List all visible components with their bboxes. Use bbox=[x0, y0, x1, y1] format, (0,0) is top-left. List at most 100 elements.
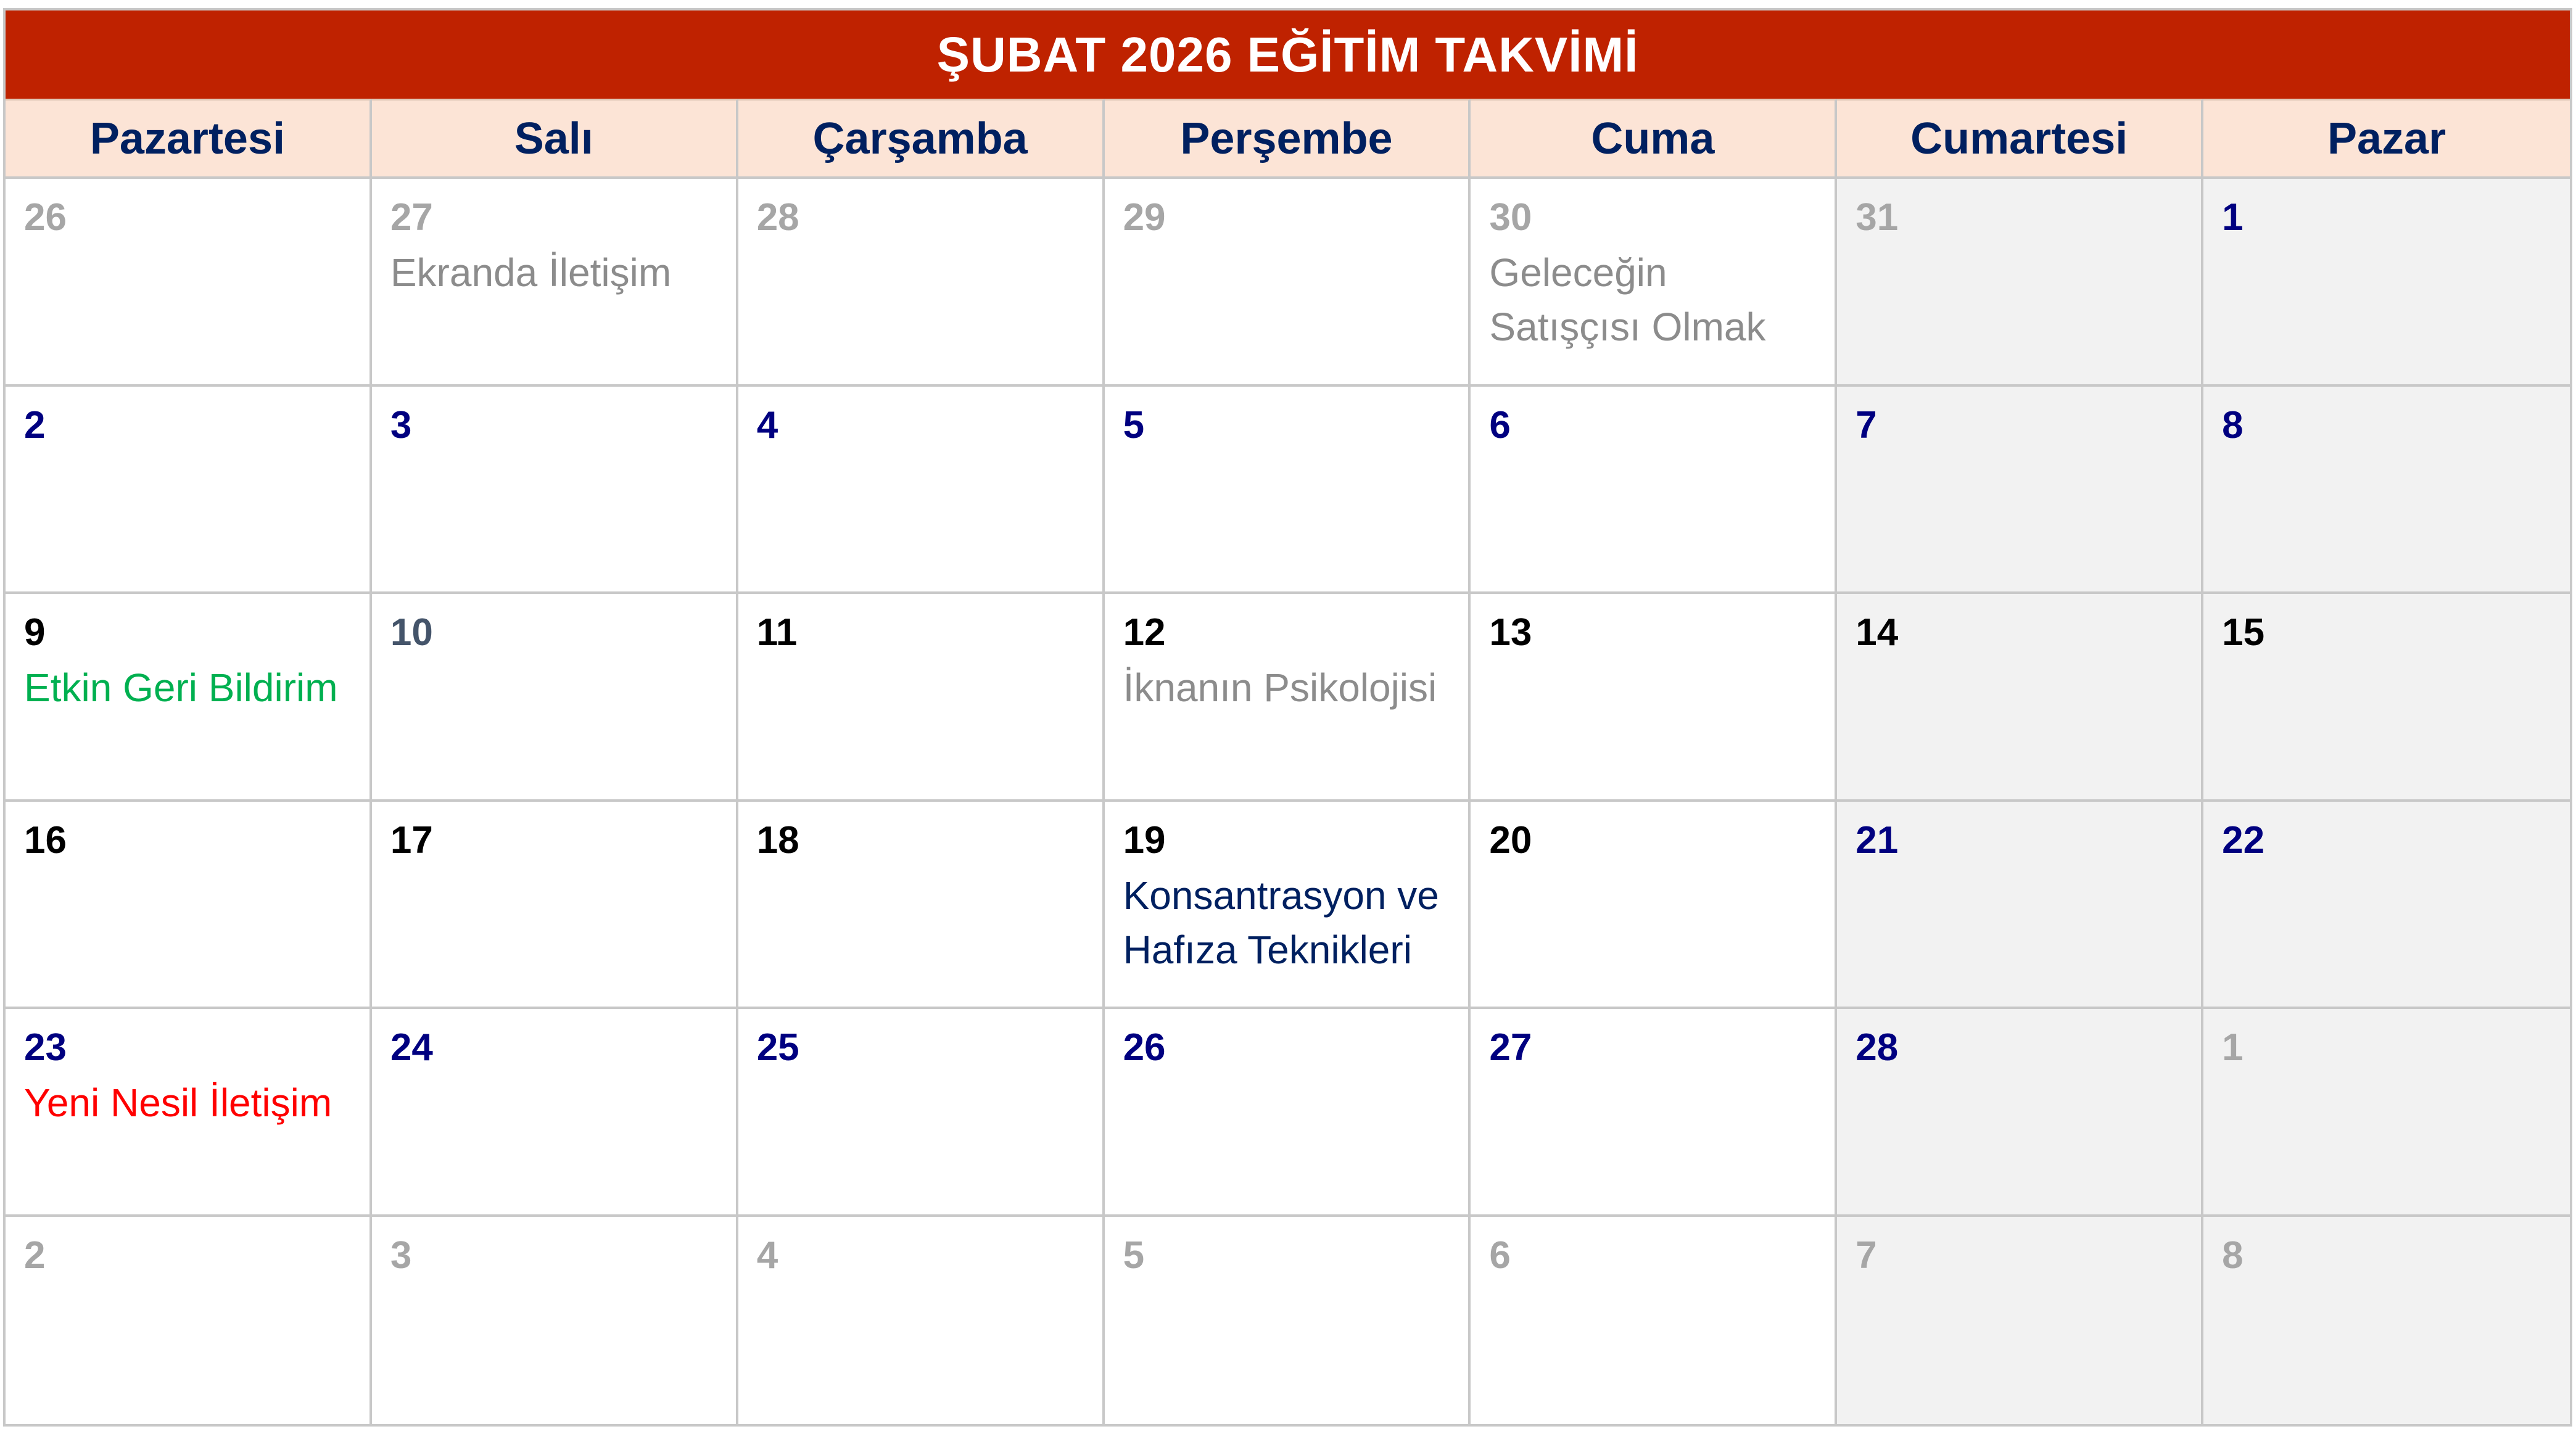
weekday-header-thursday: Perşembe bbox=[1104, 99, 1471, 179]
day-number: 6 bbox=[1489, 1233, 1511, 1277]
weekday-header-wednesday: Çarşamba bbox=[738, 99, 1105, 179]
day-number: 3 bbox=[390, 1233, 412, 1277]
event-title[interactable]: Konsantrasyon ve Hafıza Teknikleri bbox=[1123, 868, 1469, 977]
day-cell[interactable]: 6 bbox=[1471, 386, 1838, 594]
day-number: 5 bbox=[1123, 403, 1145, 447]
day-number: 1 bbox=[2222, 1026, 2244, 1069]
day-cell[interactable]: 5 bbox=[1104, 1216, 1471, 1424]
day-cell[interactable]: 15 bbox=[2203, 594, 2570, 802]
day-number: 5 bbox=[1123, 1233, 1145, 1277]
day-cell[interactable]: 28 bbox=[738, 179, 1105, 387]
day-cell[interactable]: 4 bbox=[738, 386, 1105, 594]
event-title[interactable]: İknanın Psikolojisi bbox=[1123, 661, 1469, 715]
day-cell[interactable]: 30 Geleceğin Satışçısı Olmak bbox=[1471, 179, 1838, 387]
calendar-grid: 26 27 Ekranda İletişim 28 29 30 Geleceği… bbox=[6, 179, 2570, 1424]
day-number: 24 bbox=[390, 1026, 433, 1069]
day-number: 11 bbox=[756, 611, 798, 654]
day-number: 19 bbox=[1123, 818, 1166, 862]
day-number: 7 bbox=[1856, 403, 1877, 447]
day-number: 23 bbox=[24, 1026, 67, 1069]
day-cell[interactable]: 16 bbox=[6, 801, 372, 1009]
day-number: 6 bbox=[1489, 403, 1511, 447]
day-number: 10 bbox=[390, 611, 433, 654]
day-cell[interactable]: 29 bbox=[1104, 179, 1471, 387]
day-number: 2 bbox=[24, 403, 46, 447]
day-cell[interactable]: 28 bbox=[1837, 1009, 2204, 1217]
day-cell[interactable]: 11 bbox=[738, 594, 1105, 802]
event-title[interactable]: Etkin Geri Bildirim bbox=[24, 661, 369, 715]
calendar: ŞUBAT 2026 EĞİTİM TAKVİMİ Pazartesi Salı… bbox=[3, 8, 2572, 1427]
day-cell[interactable]: 3 bbox=[371, 386, 738, 594]
day-number: 4 bbox=[756, 1233, 778, 1277]
day-number: 16 bbox=[24, 818, 67, 862]
day-number: 7 bbox=[1856, 1233, 1877, 1277]
day-cell[interactable]: 19 Konsantrasyon ve Hafıza Teknikleri bbox=[1104, 801, 1471, 1009]
day-number: 15 bbox=[2222, 611, 2265, 654]
day-cell[interactable]: 26 bbox=[1104, 1009, 1471, 1217]
day-number: 21 bbox=[1856, 818, 1899, 862]
day-cell[interactable]: 27 Ekranda İletişim bbox=[371, 179, 738, 387]
day-cell[interactable]: 6 bbox=[1471, 1216, 1838, 1424]
day-cell[interactable]: 1 bbox=[2203, 179, 2570, 387]
day-number: 17 bbox=[390, 818, 433, 862]
day-cell[interactable]: 3 bbox=[371, 1216, 738, 1424]
day-cell[interactable]: 1 bbox=[2203, 1009, 2570, 1217]
day-cell[interactable]: 22 bbox=[2203, 801, 2570, 1009]
day-cell[interactable]: 27 bbox=[1471, 1009, 1838, 1217]
day-cell[interactable]: 26 bbox=[6, 179, 372, 387]
day-number: 28 bbox=[756, 196, 799, 239]
calendar-title: ŞUBAT 2026 EĞİTİM TAKVİMİ bbox=[6, 10, 2570, 99]
day-number: 8 bbox=[2222, 1233, 2244, 1277]
day-number: 18 bbox=[756, 818, 799, 862]
day-number: 13 bbox=[1489, 611, 1532, 654]
day-cell[interactable]: 20 bbox=[1471, 801, 1838, 1009]
day-number: 9 bbox=[24, 611, 46, 654]
day-number: 30 bbox=[1489, 196, 1532, 239]
day-number: 28 bbox=[1856, 1026, 1899, 1069]
day-cell[interactable]: 5 bbox=[1104, 386, 1471, 594]
day-cell[interactable]: 8 bbox=[2203, 386, 2570, 594]
day-cell[interactable]: 14 bbox=[1837, 594, 2204, 802]
weekday-header-friday: Cuma bbox=[1471, 99, 1838, 179]
weekday-header-saturday: Cumartesi bbox=[1837, 99, 2204, 179]
day-number: 3 bbox=[390, 403, 412, 447]
day-number: 14 bbox=[1856, 611, 1899, 654]
day-cell[interactable]: 2 bbox=[6, 1216, 372, 1424]
day-cell[interactable]: 9 Etkin Geri Bildirim bbox=[6, 594, 372, 802]
day-cell[interactable]: 18 bbox=[738, 801, 1105, 1009]
day-number: 26 bbox=[1123, 1026, 1166, 1069]
event-title[interactable]: Geleceğin Satışçısı Olmak bbox=[1489, 245, 1835, 354]
day-number: 22 bbox=[2222, 818, 2265, 862]
day-cell[interactable]: 2 bbox=[6, 386, 372, 594]
day-cell[interactable]: 13 bbox=[1471, 594, 1838, 802]
day-cell[interactable]: 7 bbox=[1837, 1216, 2204, 1424]
weekday-header-sunday: Pazar bbox=[2203, 99, 2570, 179]
day-cell[interactable]: 31 bbox=[1837, 179, 2204, 387]
day-number: 27 bbox=[1489, 1026, 1532, 1069]
day-number: 29 bbox=[1123, 196, 1166, 239]
event-title[interactable]: Ekranda İletişim bbox=[390, 245, 736, 300]
day-number: 26 bbox=[24, 196, 67, 239]
day-number: 27 bbox=[390, 196, 433, 239]
day-number: 20 bbox=[1489, 818, 1532, 862]
day-cell[interactable]: 25 bbox=[738, 1009, 1105, 1217]
day-cell[interactable]: 7 bbox=[1837, 386, 2204, 594]
day-cell[interactable]: 17 bbox=[371, 801, 738, 1009]
day-number: 4 bbox=[756, 403, 778, 447]
weekday-header-row: Pazartesi Salı Çarşamba Perşembe Cuma Cu… bbox=[6, 99, 2570, 179]
day-number: 1 bbox=[2222, 196, 2244, 239]
day-cell[interactable]: 24 bbox=[371, 1009, 738, 1217]
day-cell[interactable]: 4 bbox=[738, 1216, 1105, 1424]
day-number: 12 bbox=[1123, 611, 1166, 654]
day-number: 31 bbox=[1856, 196, 1899, 239]
day-number: 2 bbox=[24, 1233, 46, 1277]
day-cell[interactable]: 23 Yeni Nesil İletişim bbox=[6, 1009, 372, 1217]
day-cell[interactable]: 10 bbox=[371, 594, 738, 802]
event-title[interactable]: Yeni Nesil İletişim bbox=[24, 1076, 369, 1130]
day-cell[interactable]: 8 bbox=[2203, 1216, 2570, 1424]
day-number: 25 bbox=[756, 1026, 799, 1069]
day-number: 8 bbox=[2222, 403, 2244, 447]
day-cell[interactable]: 12 İknanın Psikolojisi bbox=[1104, 594, 1471, 802]
day-cell[interactable]: 21 bbox=[1837, 801, 2204, 1009]
weekday-header-monday: Pazartesi bbox=[6, 99, 372, 179]
